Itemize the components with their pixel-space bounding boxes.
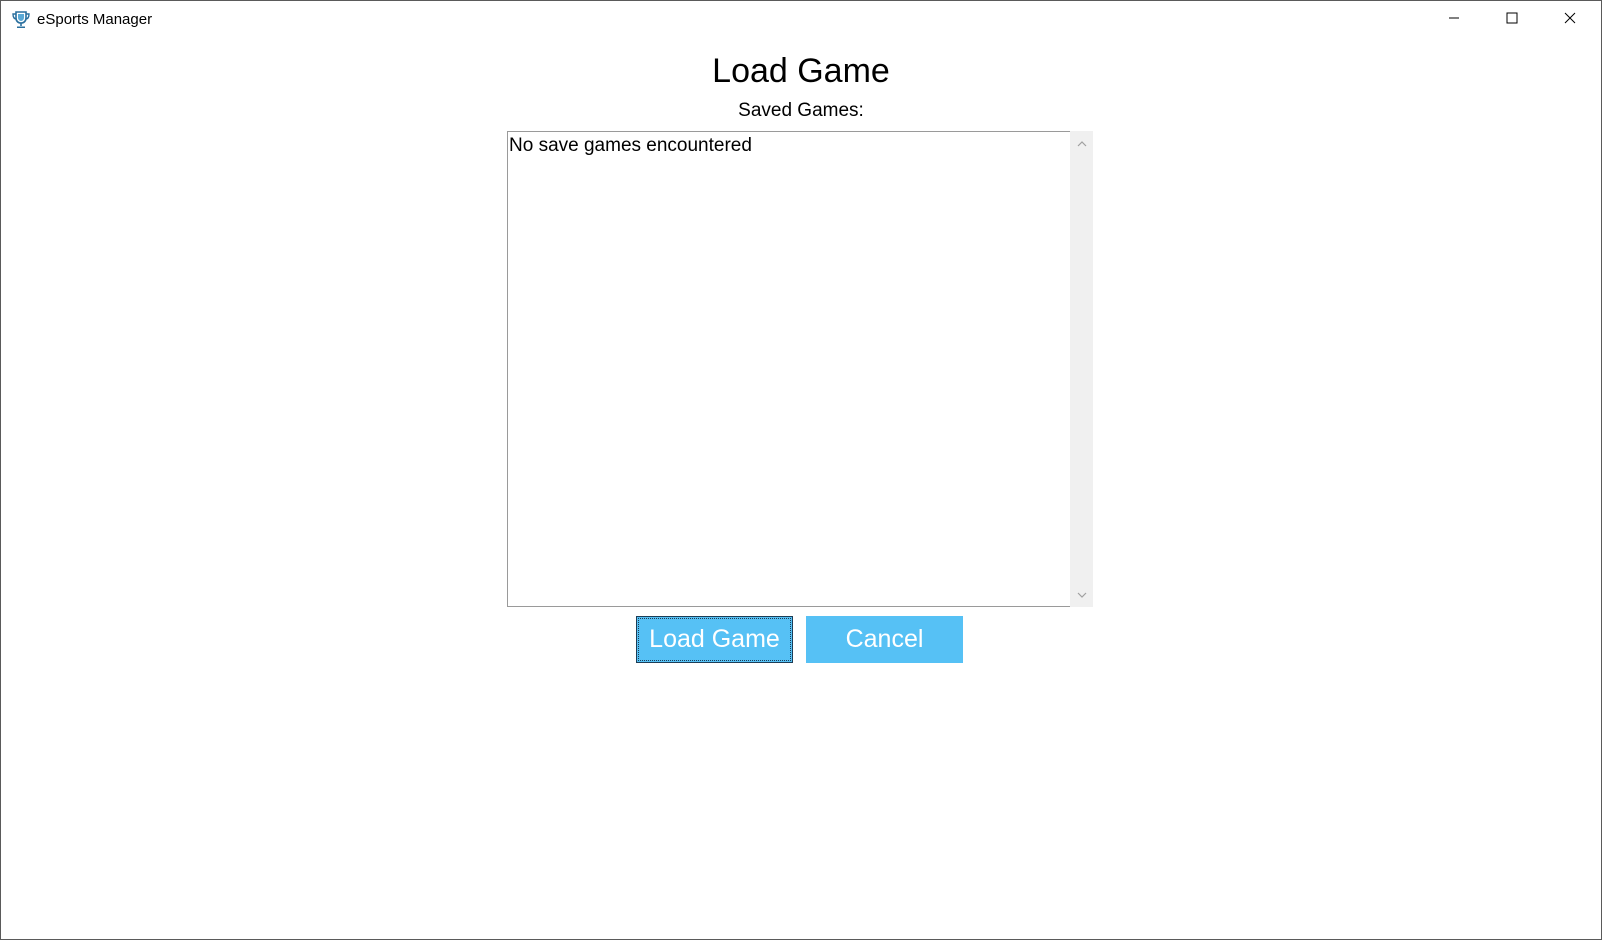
- maximize-button[interactable]: [1483, 1, 1541, 39]
- trophy-icon: [11, 10, 31, 30]
- window-title: eSports Manager: [37, 11, 153, 28]
- chevron-down-icon: [1077, 586, 1087, 604]
- minimize-button[interactable]: [1425, 1, 1483, 39]
- load-game-button[interactable]: Load Game: [636, 616, 793, 663]
- app-window: eSports Manager Load Game Saved Games: N…: [0, 0, 1602, 940]
- title-bar[interactable]: eSports Manager: [1, 1, 1601, 39]
- saved-games-list[interactable]: No save games encountered: [507, 131, 1070, 607]
- scroll-up-button[interactable]: [1070, 133, 1093, 153]
- page-title: Load Game: [712, 52, 890, 90]
- close-icon: [1564, 11, 1576, 29]
- list-item[interactable]: No save games encountered: [509, 134, 752, 158]
- chevron-up-icon: [1077, 134, 1087, 152]
- scroll-down-button[interactable]: [1070, 585, 1093, 605]
- saved-games-label: Saved Games:: [738, 100, 864, 121]
- list-scrollbar[interactable]: [1070, 131, 1093, 607]
- close-button[interactable]: [1541, 1, 1599, 39]
- minimize-icon: [1448, 11, 1460, 29]
- cancel-button[interactable]: Cancel: [806, 616, 963, 663]
- maximize-icon: [1506, 11, 1518, 29]
